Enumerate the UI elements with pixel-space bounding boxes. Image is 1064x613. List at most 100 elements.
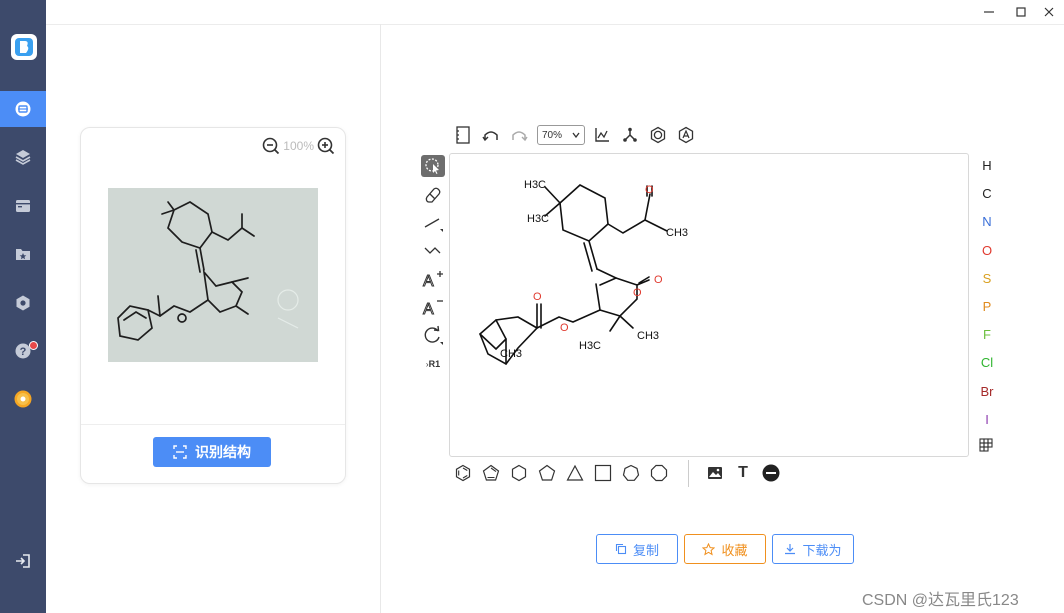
cyclobutane-tool[interactable] (589, 462, 617, 484)
ketone-methyl-label: CH3 (666, 227, 688, 239)
atom-cl[interactable]: Cl (976, 352, 998, 374)
text-tool[interactable]: T (729, 462, 757, 484)
star-icon (702, 542, 716, 555)
select-lasso-icon (425, 158, 439, 174)
aromatize-tool[interactable] (648, 124, 668, 146)
sidebar-item-layers[interactable] (0, 139, 46, 175)
cyclooctane-tool[interactable] (645, 462, 673, 484)
bridge-methyl-label: CH3 (500, 348, 522, 360)
select-tool[interactable] (421, 155, 445, 177)
help-badge (29, 341, 38, 350)
r-group-tool[interactable]: › R1 (421, 353, 445, 375)
structure-canvas[interactable]: H3C H3C CH3 H3C CH3 CH3 O O O O O (449, 153, 969, 457)
cycloheptane-tool[interactable] (617, 462, 645, 484)
molecule-drawing: H3C H3C CH3 H3C CH3 CH3 O O O O O (479, 179, 688, 366)
layout-tool[interactable] (592, 124, 612, 146)
cyclopentadiene-tool[interactable] (477, 462, 505, 484)
sidebar-item-recognize[interactable] (0, 91, 46, 127)
sidebar-item-settings[interactable] (0, 285, 46, 321)
minimize-icon (984, 11, 994, 13)
charge-plus-tool[interactable]: A (421, 268, 445, 290)
folder-star-icon (16, 249, 30, 260)
atom-i[interactable]: I (976, 409, 998, 431)
ketone-oxygen: O (645, 184, 654, 196)
cyclopropane-tool[interactable] (561, 462, 589, 484)
new-document-tool[interactable] (453, 124, 473, 146)
cyclopentane-tool[interactable] (533, 462, 561, 484)
periodic-table-button[interactable] (976, 437, 998, 459)
redo-icon (512, 131, 528, 142)
cycloheptane-ring-icon (622, 464, 640, 481)
benzene-tool[interactable] (449, 462, 477, 484)
ring-toolbar (449, 462, 673, 484)
ester-carbonyl-oxygen: O (533, 291, 542, 303)
document-icon (456, 126, 470, 144)
lactone-ring-oxygen: O (633, 287, 642, 299)
app-logo[interactable] (11, 34, 37, 60)
dearomatize-tool[interactable] (676, 124, 696, 146)
panel-divider (380, 24, 381, 613)
chevron-down-icon (572, 132, 580, 138)
single-bond-tool[interactable] (421, 212, 445, 234)
rotate-tool[interactable] (421, 324, 445, 346)
zoom-in-icon[interactable] (317, 137, 335, 155)
uploaded-structure-photo (108, 188, 318, 362)
iupac-tool[interactable] (757, 462, 785, 484)
maximize-button[interactable] (1013, 4, 1029, 20)
eraser-tool[interactable] (421, 184, 445, 206)
svg-text:A: A (423, 273, 434, 289)
clean-structure-tool[interactable] (620, 124, 640, 146)
copy-button[interactable]: 复制 (596, 534, 678, 564)
branch-icon (623, 127, 637, 142)
dearomatize-ring-icon (678, 126, 694, 144)
hexagon-icon (16, 295, 30, 311)
cyclopentane-ring-icon (538, 464, 556, 481)
text-tool-label: T (738, 464, 748, 481)
methyl-label-a: H3C (524, 179, 546, 191)
sidebar-logout[interactable] (0, 543, 46, 579)
cyclooctane-ring-icon (650, 464, 668, 482)
atom-p[interactable]: P (976, 296, 998, 318)
zoom-select[interactable]: 70% (537, 125, 585, 145)
atom-br[interactable]: Br (976, 381, 998, 403)
atom-s[interactable]: S (976, 268, 998, 290)
eraser-icon (425, 187, 441, 203)
close-button[interactable] (1041, 4, 1057, 20)
minimize-button[interactable] (981, 4, 997, 20)
atom-o[interactable]: O (976, 240, 998, 262)
download-button[interactable]: 下载为 (772, 534, 854, 564)
atom-c[interactable]: C (976, 183, 998, 205)
sidebar-item-account[interactable] (0, 381, 46, 417)
insert-image-tool[interactable] (701, 462, 729, 484)
benzene-ring-icon (455, 464, 471, 482)
favorite-button-label: 收藏 (721, 542, 748, 558)
card-divider (81, 424, 345, 425)
cyclopropane-ring-icon (566, 464, 584, 481)
sidebar-item-calendar[interactable] (0, 188, 46, 224)
sidebar-item-folder[interactable] (0, 236, 46, 272)
calendar-icon (16, 200, 30, 212)
toolbar-separator (688, 460, 689, 487)
charge-minus-tool[interactable]: A (421, 296, 445, 318)
copy-button-label: 复制 (632, 542, 659, 558)
redo-tool[interactable] (508, 124, 530, 146)
cyclopentadiene-ring-icon (482, 464, 500, 481)
zoom-out-icon[interactable] (262, 137, 280, 155)
atom-n[interactable]: N (976, 211, 998, 233)
download-icon (785, 544, 796, 555)
undo-tool[interactable] (480, 124, 502, 146)
chain-tool[interactable] (421, 240, 445, 262)
download-button-label: 下载为 (802, 542, 842, 558)
sidebar-item-help[interactable]: ? (0, 333, 46, 369)
favorite-button[interactable]: 收藏 (684, 534, 766, 564)
axis-chart-icon (595, 128, 609, 142)
rotate-icon (424, 325, 443, 345)
periodic-table-icon (979, 438, 993, 452)
atom-f[interactable]: F (976, 324, 998, 346)
sidebar: ? (0, 0, 46, 613)
atom-h[interactable]: H (976, 155, 998, 177)
recognize-structure-button[interactable]: 识别结构 (153, 437, 271, 467)
cyclohexane-tool[interactable] (505, 462, 533, 484)
preview-zoom-controls: 100% (262, 137, 335, 155)
handwritten-structure-drawing (108, 188, 318, 362)
